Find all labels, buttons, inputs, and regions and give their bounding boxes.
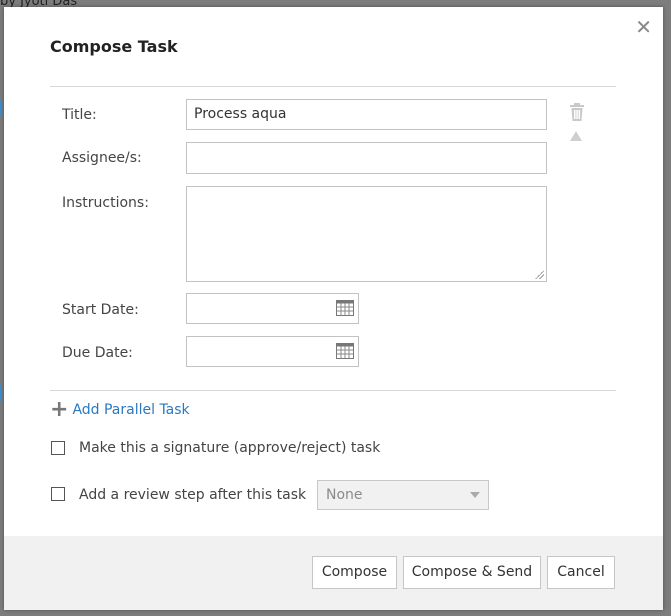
instructions-label: Instructions: (62, 195, 149, 211)
instructions-textarea[interactable] (186, 186, 547, 282)
calendar-icon[interactable] (336, 300, 354, 316)
review-step-select-value: None (326, 487, 363, 503)
assignee-label: Assignee/s: (62, 150, 142, 166)
compose-button[interactable]: Compose (312, 556, 397, 589)
start-date-input[interactable] (186, 293, 359, 324)
review-step-select[interactable]: None (317, 480, 489, 510)
chevron-down-icon (470, 492, 480, 498)
title-label: Title: (62, 107, 97, 123)
divider (50, 86, 616, 87)
add-parallel-task-link[interactable]: + Add Parallel Task (50, 399, 190, 421)
dialog-footer: Compose Compose & Send Cancel (4, 536, 663, 610)
assignee-input[interactable] (186, 142, 547, 174)
review-step-label: Add a review step after this task (79, 487, 307, 503)
plus-icon: + (50, 397, 69, 422)
signature-task-label: Make this a signature (approve/reject) t… (79, 440, 381, 456)
signature-task-checkbox[interactable] (51, 441, 65, 455)
title-input[interactable]: Process aqua (186, 99, 547, 130)
review-step-checkbox[interactable] (51, 487, 65, 501)
trash-icon[interactable] (569, 103, 585, 121)
resize-grip-icon[interactable] (535, 270, 544, 279)
calendar-icon[interactable] (336, 343, 354, 359)
cancel-button[interactable]: Cancel (547, 556, 615, 589)
close-icon[interactable]: ✕ (635, 15, 652, 39)
compose-task-dialog: ✕ Compose Task Title: Process aqua Assig… (4, 7, 663, 610)
due-date-label: Due Date: (62, 345, 133, 361)
move-up-icon[interactable] (570, 131, 582, 141)
start-date-label: Start Date: (62, 302, 139, 318)
dialog-title: Compose Task (50, 37, 178, 56)
add-parallel-task-label: Add Parallel Task (72, 402, 190, 418)
divider (50, 390, 616, 391)
due-date-input[interactable] (186, 336, 359, 367)
background-link-fragment (0, 385, 2, 401)
compose-send-button[interactable]: Compose & Send (403, 556, 541, 589)
background-link-fragment (0, 100, 2, 116)
